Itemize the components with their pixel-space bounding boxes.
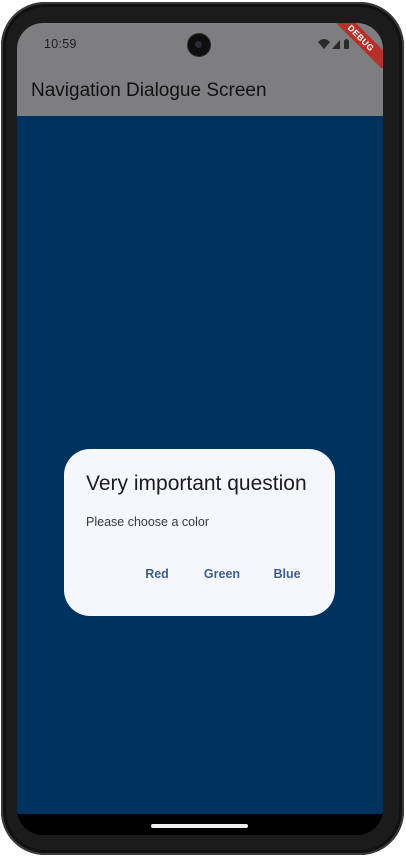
signal-icon: [332, 40, 340, 49]
battery-icon: [344, 39, 349, 49]
green-button[interactable]: Green: [199, 563, 245, 585]
status-time: 10:59: [44, 37, 77, 51]
app-bar-title: Navigation Dialogue Screen: [31, 80, 267, 101]
phone-frame: 10:59 DEBUG Navigation Dialogue Screen V…: [1, 2, 404, 855]
red-button[interactable]: Red: [138, 563, 176, 585]
system-navigation-bar: [17, 814, 383, 835]
wifi-icon: [318, 39, 330, 49]
dialog-message: Please choose a color: [86, 515, 209, 529]
screen: 10:59 DEBUG Navigation Dialogue Screen V…: [17, 23, 383, 835]
alert-dialog: Very important question Please choose a …: [64, 449, 335, 616]
home-indicator[interactable]: [151, 824, 248, 828]
app-bar: Navigation Dialogue Screen: [17, 68, 383, 116]
status-bar: 10:59 DEBUG: [17, 23, 383, 77]
status-icons: [318, 39, 349, 49]
dialog-title: Very important question: [86, 472, 307, 495]
screen-body[interactable]: Very important question Please choose a …: [17, 116, 383, 814]
front-camera: [188, 34, 210, 56]
blue-button[interactable]: Blue: [268, 563, 306, 585]
